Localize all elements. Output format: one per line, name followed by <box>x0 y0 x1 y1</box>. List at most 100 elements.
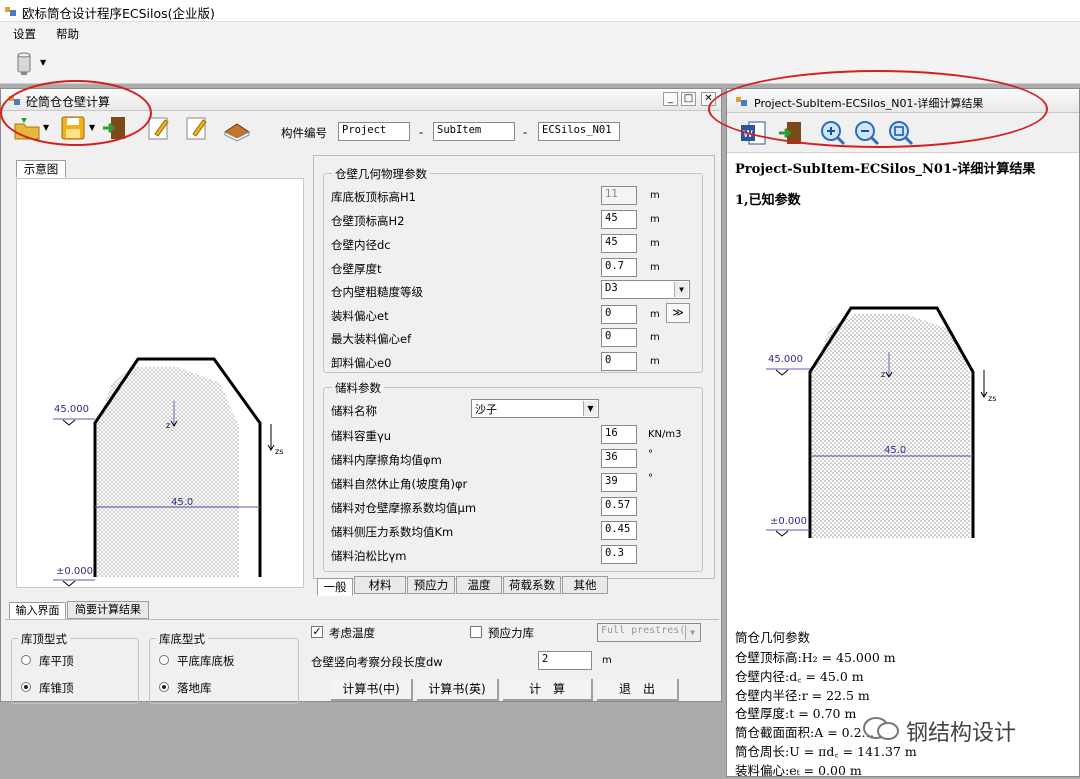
roof-cone-radio[interactable] <box>21 682 31 692</box>
maximize-button[interactable]: □ <box>681 92 696 106</box>
results-base-level: ±0.000 <box>770 516 808 527</box>
highlight-oval-left <box>0 80 152 146</box>
results-line-area: 筒仓截面面积:A = 0.2… <box>735 725 875 740</box>
field-input-poisson[interactable]: 0.3 <box>601 545 637 564</box>
tab-temperature[interactable]: 温度 <box>456 576 502 594</box>
base-level-label: ±0.000 <box>56 566 94 577</box>
results-zs-label: zs <box>988 394 997 403</box>
chevron-down-icon[interactable]: ▼ <box>674 282 688 297</box>
watermark: 钢结构设计 <box>862 712 1062 748</box>
calc-report-cn-button[interactable]: 计算书(中) <box>331 679 413 701</box>
results-line-r: 仓壁内半径:r = 22.5 m <box>735 688 870 703</box>
field-label-h2: 仓壁顶标高H2 <box>331 214 405 228</box>
tab-material[interactable]: 材料 <box>354 576 406 594</box>
results-line-t: 仓壁厚度:t = 0.70 m <box>735 706 857 721</box>
results-line-et: 装料偏心:eₜ = 0.00 m <box>735 763 862 778</box>
chevron-down-icon[interactable]: ▼ <box>685 625 699 640</box>
param-panel: 仓壁几何物理参数 储料参数 库底板顶标高H1 11 m 仓壁顶标高H2 45 m… <box>313 155 715 579</box>
field-input-et[interactable]: 0 <box>601 305 637 324</box>
project-input[interactable]: Project <box>338 122 410 141</box>
material-select[interactable]: 沙子 ▼ <box>471 399 599 418</box>
field-unit-e0: m <box>650 356 660 367</box>
roof-flat-label: 库平顶 <box>39 654 74 668</box>
segment-length-input[interactable]: 2 <box>538 651 592 670</box>
minimize-button[interactable]: _ <box>663 92 678 106</box>
results-line-dc: 仓壁内径:d꜀ = 45.0 m <box>735 669 864 684</box>
bottom-flat-radio[interactable] <box>159 655 169 665</box>
bottom-flat-label: 平底库底板 <box>177 654 235 668</box>
roughness-value: D3 <box>605 282 618 294</box>
subitem-input[interactable]: SubItem <box>433 122 515 141</box>
field-unit-dc: m <box>650 238 660 249</box>
roof-flat-radio[interactable] <box>21 655 31 665</box>
field-input-h1[interactable]: 11 <box>601 186 637 205</box>
tab-load-factor[interactable]: 荷载系数 <box>503 576 561 594</box>
component-code-label: 构件编号 <box>281 126 327 140</box>
dash-separator: - <box>523 125 528 139</box>
field-input-h2[interactable]: 45 <box>601 210 637 229</box>
exit-button[interactable]: 退 出 <box>597 679 679 701</box>
watermark-text: 钢结构设计 <box>906 721 1017 746</box>
field-input-ef[interactable]: 0 <box>601 328 637 347</box>
field-unit-et: m <box>650 309 660 320</box>
menu-bar: 设置 帮助 <box>0 22 1080 44</box>
field-unit-h2: m <box>650 214 660 225</box>
wechat-icon <box>863 717 899 740</box>
field-label-gamma: 储料容重γu <box>331 429 392 443</box>
tab-input[interactable]: 输入界面 <box>9 602 66 620</box>
edit-note-icon[interactable] <box>183 114 211 142</box>
field-input-gamma[interactable]: 16 <box>601 425 637 444</box>
field-input-t[interactable]: 0.7 <box>601 258 637 277</box>
field-label-dc: 仓壁内径dc <box>331 238 391 252</box>
prestress-checkbox[interactable] <box>470 626 482 638</box>
results-silo-diagram <box>766 306 988 538</box>
geom-group-title: 仓壁几何物理参数 <box>332 166 430 182</box>
tab-brief-results[interactable]: 简要计算结果 <box>67 601 149 619</box>
roughness-select[interactable]: D3 ▼ <box>601 280 690 299</box>
item-input[interactable]: ECSilos_N01 <box>538 122 620 141</box>
book-icon[interactable] <box>223 116 251 144</box>
field-label-e0: 卸料偏心e0 <box>331 356 392 370</box>
results-section-1: 1,已知参数 <box>735 193 801 208</box>
app-title-bar: 欧标筒仓设计程序ECSilos(企业版) <box>0 0 1080 22</box>
field-unit-ef: m <box>650 332 660 343</box>
field-input-km[interactable]: 0.45 <box>601 521 637 540</box>
field-label-phir: 储料自然休止角(坡度角)φr <box>331 477 468 491</box>
chevron-down-icon[interactable]: ▼ <box>40 58 46 67</box>
field-label-km: 储料侧压力系数均值Km <box>331 525 454 539</box>
app-icon <box>5 7 16 16</box>
menu-settings[interactable]: 设置 <box>13 26 36 42</box>
field-input-phir[interactable]: 39 <box>601 473 637 492</box>
tab-prestress[interactable]: 预应力 <box>407 576 455 594</box>
field-label-roughness: 仓内壁粗糙度等级 <box>331 285 423 299</box>
chevron-down-icon[interactable]: ▼ <box>583 401 597 416</box>
results-line-h2: 仓壁顶标高:H₂ = 45.000 m <box>735 650 896 665</box>
field-label-mu: 储料对仓壁摩擦系数均值μm <box>331 501 477 515</box>
prestress-select-value: Full prestres( <box>601 625 686 636</box>
consider-temp-checkbox[interactable]: ✓ <box>311 626 323 638</box>
tab-diagram[interactable]: 示意图 <box>16 160 66 178</box>
calc-report-en-button[interactable]: 计算书(英) <box>417 679 499 701</box>
calculate-button[interactable]: 计 算 <box>503 679 593 701</box>
tab-other[interactable]: 其他 <box>562 576 608 594</box>
field-label-t: 仓壁厚度t <box>331 262 382 276</box>
prestress-label: 预应力库 <box>488 626 534 640</box>
field-label-h1: 库底板顶标高H1 <box>331 190 416 204</box>
menu-help[interactable]: 帮助 <box>56 26 79 42</box>
segment-length-unit: m <box>602 655 612 666</box>
field-input-phim[interactable]: 36 <box>601 449 637 468</box>
silo-icon[interactable] <box>14 51 34 77</box>
field-input-dc[interactable]: 45 <box>601 234 637 253</box>
mid-level-label: 45.0 <box>171 497 194 508</box>
results-z-label: z <box>881 370 886 379</box>
bottom-ground-radio[interactable] <box>159 682 169 692</box>
prestress-select[interactable]: Full prestres( ▼ <box>597 623 701 642</box>
tab-general[interactable]: 一般 <box>317 578 353 596</box>
bottom-type-title: 库底型式 <box>156 631 208 647</box>
field-input-e0[interactable]: 0 <box>601 352 637 371</box>
more-eccentricity-button[interactable]: ≫ <box>666 303 690 323</box>
bottom-type-group: 库底型式 <box>149 631 299 704</box>
segment-length-label: 仓壁竖向考察分段长度dw <box>311 655 443 669</box>
field-input-mu[interactable]: 0.57 <box>601 497 637 516</box>
field-unit-phir: ° <box>648 473 653 484</box>
